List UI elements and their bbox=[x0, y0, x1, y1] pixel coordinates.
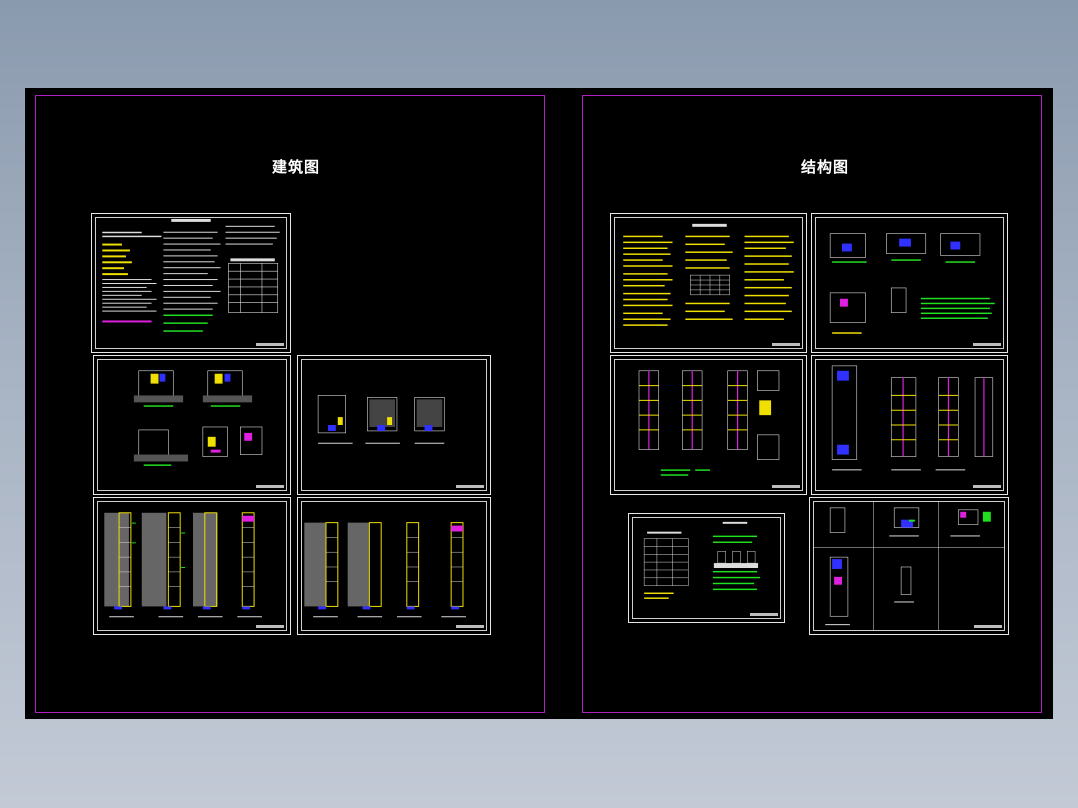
title-block bbox=[973, 343, 1001, 346]
layout-title-structure: 结构图 bbox=[801, 158, 850, 176]
sheet-content-struct-nodes bbox=[813, 500, 1005, 632]
drawing-sheet-arch-elevation-1[interactable] bbox=[93, 497, 291, 635]
layout-title-architecture: 建筑图 bbox=[272, 158, 321, 176]
drawing-sheet-struct-frame-1[interactable] bbox=[610, 355, 807, 495]
title-block bbox=[974, 625, 1002, 628]
sheet-content-arch-notes bbox=[102, 218, 280, 332]
sheet-content-struct-frame-1 bbox=[638, 370, 780, 476]
title-block bbox=[256, 625, 284, 628]
sheet-content-struct-notes bbox=[623, 223, 794, 326]
sheet-content-struct-table bbox=[643, 521, 761, 599]
drawing-sheet-struct-table[interactable] bbox=[628, 513, 785, 623]
drawing-sheet-struct-nodes[interactable] bbox=[809, 497, 1009, 635]
drawing-sheet-arch-notes[interactable] bbox=[91, 213, 291, 353]
title-block bbox=[750, 613, 778, 616]
sheet-content-arch-elevation-1 bbox=[104, 512, 262, 618]
drawing-sheet-arch-details-1[interactable] bbox=[93, 355, 291, 495]
title-block bbox=[256, 343, 284, 346]
title-block bbox=[456, 485, 484, 488]
sheet-content-arch-elevation-2 bbox=[304, 522, 466, 618]
sheet-content-struct-frame-2 bbox=[831, 365, 994, 471]
drawing-sheet-struct-foundation[interactable] bbox=[811, 213, 1008, 353]
title-block bbox=[456, 625, 484, 628]
sheet-content-arch-details-2 bbox=[317, 395, 445, 444]
drawing-sheet-struct-frame-2[interactable] bbox=[811, 355, 1008, 495]
sheet-content-arch-details-1 bbox=[133, 370, 263, 466]
title-block bbox=[973, 485, 1001, 488]
drawing-sheet-arch-elevation-2[interactable] bbox=[297, 497, 491, 635]
sheet-content-struct-foundation bbox=[829, 233, 995, 334]
title-block bbox=[256, 485, 284, 488]
drawing-canvas[interactable]: 建筑图 结构图 bbox=[25, 88, 1053, 719]
title-block bbox=[772, 343, 800, 346]
drawing-sheet-struct-notes[interactable] bbox=[610, 213, 807, 353]
drawing-sheet-arch-details-2[interactable] bbox=[297, 355, 491, 495]
title-block bbox=[772, 485, 800, 488]
